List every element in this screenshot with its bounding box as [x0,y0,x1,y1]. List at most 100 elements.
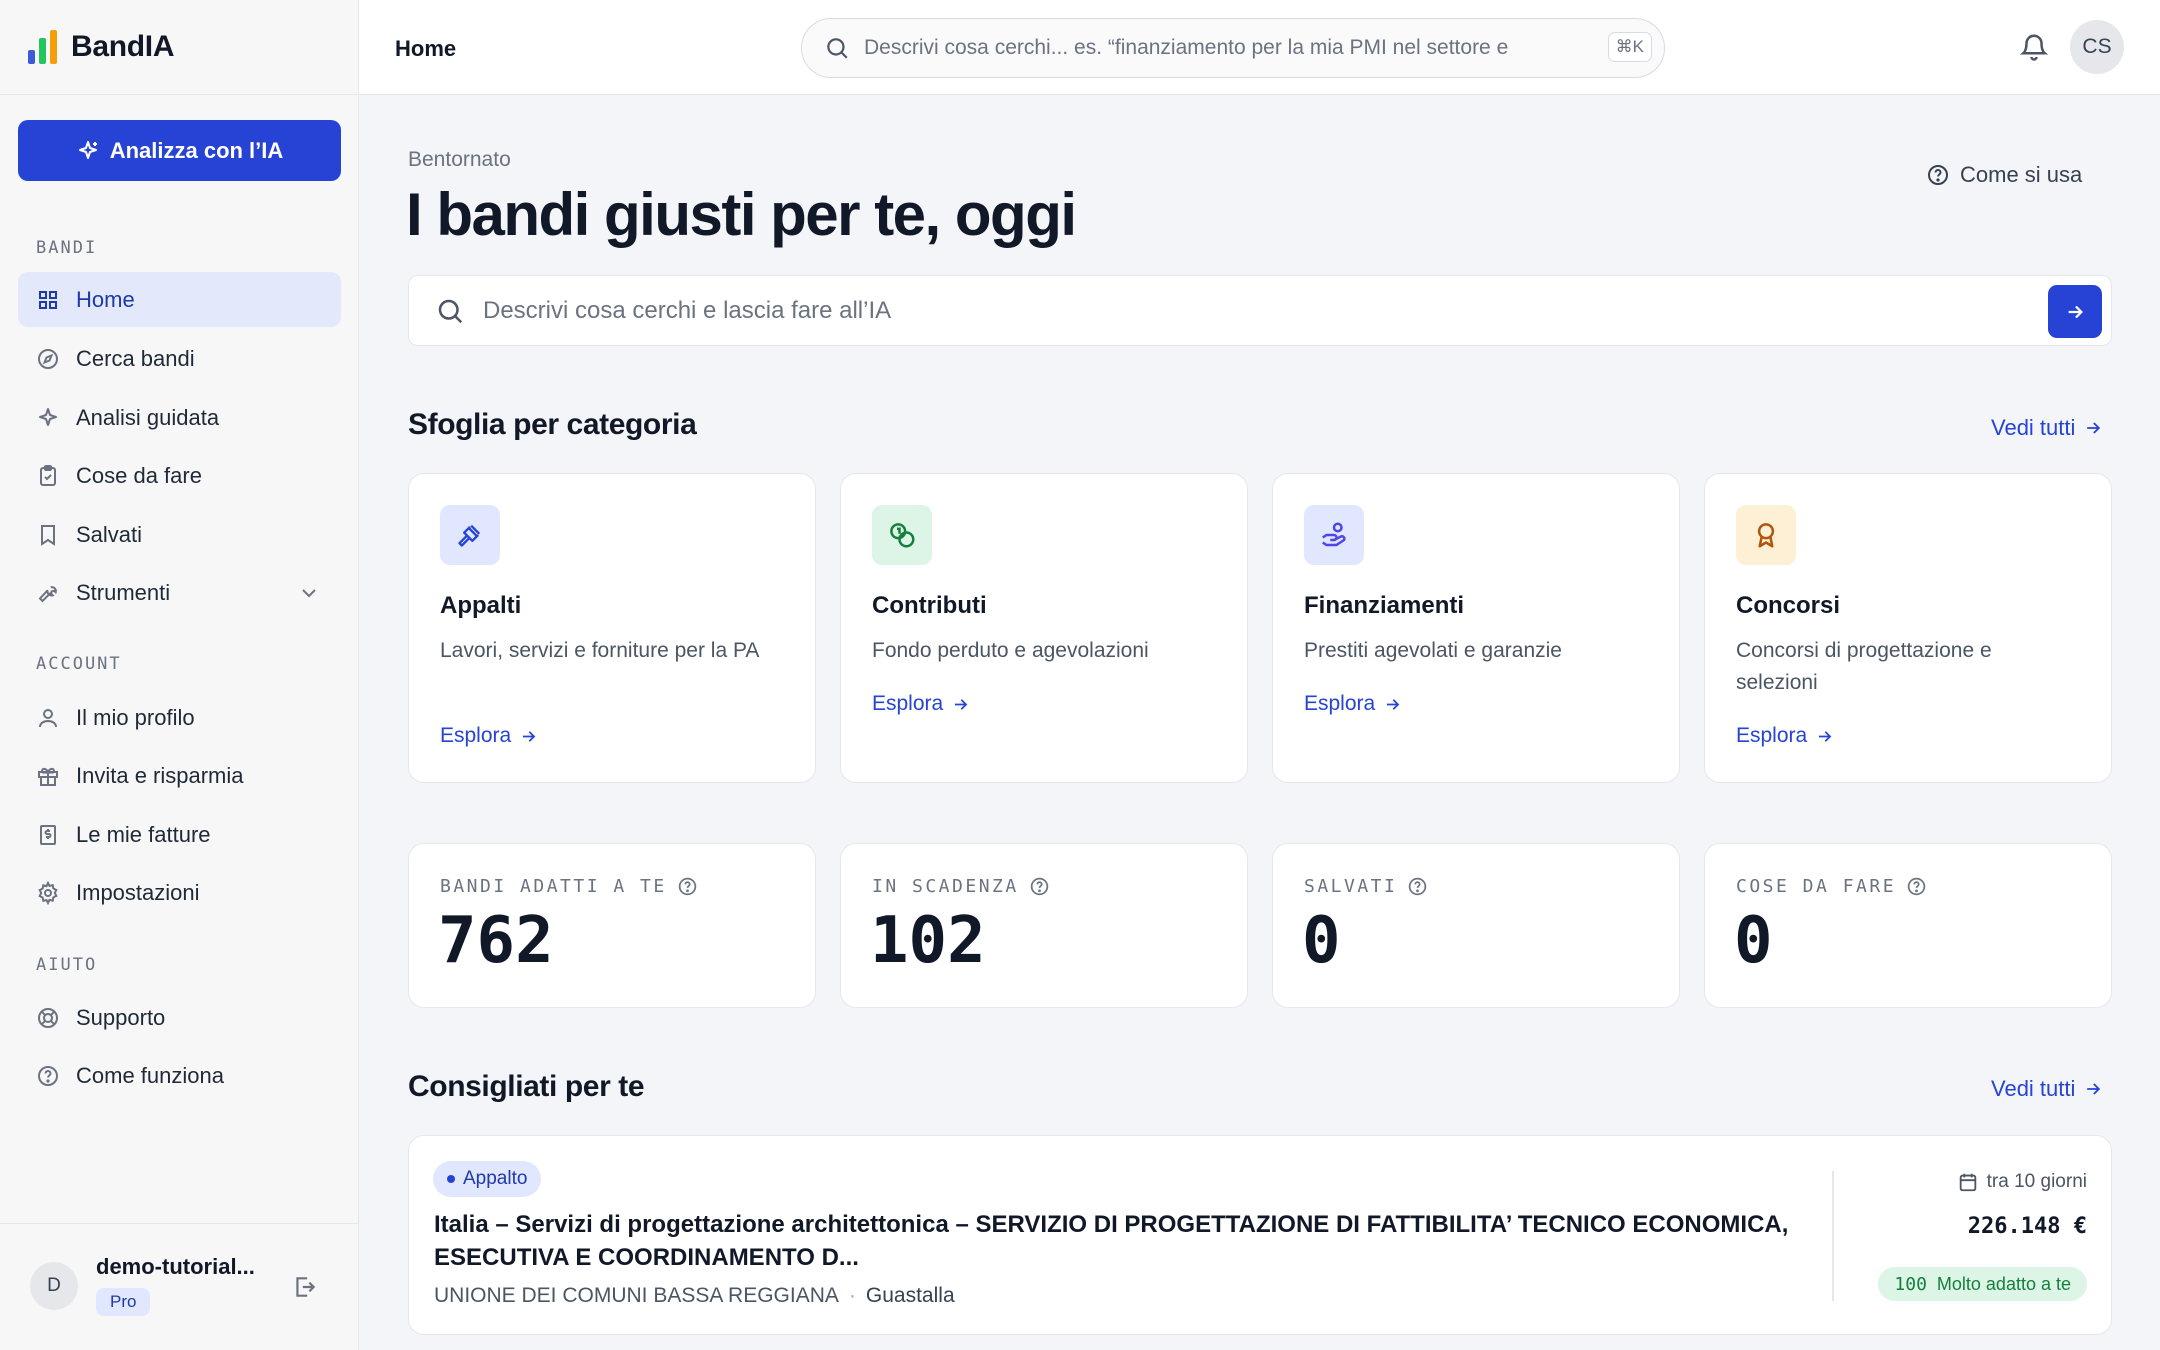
explore-link[interactable]: Esplora [1736,724,1834,748]
sidebar-item-cose-da-fare[interactable]: Cose da fare [18,448,341,503]
award-icon [1736,505,1796,565]
sidebar-item-invita-e-risparmia[interactable]: Invita e risparmia [18,748,341,803]
category-card-concorsi[interactable]: Concorsi Concorsi di progettazione e sel… [1704,473,2112,783]
stat-card-bandi-adatti[interactable]: BANDI ADATTI A TE 762 [408,843,816,1008]
clipboard-icon [40,464,56,486]
stat-card-in-scadenza[interactable]: IN SCADENZA 102 [840,843,1248,1008]
sidebar-item-label: Impostazioni [76,879,200,905]
help-circle-icon[interactable] [1407,876,1428,897]
plan-badge: Pro [96,1288,151,1316]
help-circle-icon [38,1065,58,1086]
deadline-text: tra 10 giorni [1986,1171,2087,1192]
tender-title[interactable]: Italia – Servizi di progettazione archit… [434,1208,1794,1274]
invoice-icon [40,824,56,845]
explore-label: Esplora [1736,724,1808,747]
sidebar-item-label: Home [76,286,135,312]
sidebar-item-come-funziona[interactable]: Come funziona [18,1048,341,1103]
section-label-bandi: BANDI [36,238,98,258]
user-icon [39,708,57,727]
stat-value: 0 [1734,904,1773,978]
handcoins-icon [1304,505,1364,565]
lifebuoy-icon [38,1007,58,1028]
category-card-finanziamenti[interactable]: Finanziamenti Prestiti agevolati e garan… [1272,473,1680,783]
logout-icon[interactable] [292,1274,318,1300]
recommended-card[interactable]: Appalto Italia – Servizi di progettazion… [408,1135,2112,1335]
help-circle-icon[interactable] [1029,876,1050,897]
stat-label-text: SALVATI [1304,876,1398,897]
avatar[interactable]: CS [2070,20,2124,74]
how-to-use-label: Come si usa [1960,162,2083,187]
app-logo[interactable]: BandIA [0,0,358,95]
recommended-title: Consigliati per te [408,1070,645,1103]
sidebar-item-il-mio-profilo[interactable]: Il mio profilo [18,690,341,745]
type-badge-label: Appalto [463,1168,528,1189]
search-submit-button[interactable] [2048,285,2102,338]
arrow-right-icon [2068,305,2083,318]
stat-label-text: COSE DA FARE [1736,876,1897,897]
app-name: BandIA [71,30,175,63]
analyze-with-ai-button[interactable]: Analizza con l’IA [18,120,341,181]
match-score-label: Molto adatto a te [1936,1273,2071,1294]
sidebar-item-supporto[interactable]: Supporto [18,990,341,1045]
gavel-icon [440,505,500,565]
category-card-contributi[interactable]: Contributi Fondo perduto e agevolazioni … [840,473,1248,783]
user-name: demo-tutorial... [96,1254,255,1279]
sidebar-item-label: Cose da fare [76,462,202,488]
user-account-box[interactable]: D demo-tutorial... Pro [0,1223,359,1350]
match-score-badge: 100 Molto adatto a te [1878,1267,2087,1301]
how-to-use-link[interactable]: Come si usa [1926,162,2082,188]
chevron-down-icon[interactable] [297,581,321,605]
explore-link[interactable]: Esplora [440,724,538,748]
search-placeholder: Descrivi cosa cerchi... es. “finanziamen… [864,36,1509,59]
arrow-right-icon [2087,1083,2101,1095]
sidebar-item-home[interactable]: Home [18,272,341,327]
help-circle-icon[interactable] [677,876,698,897]
help-circle-icon[interactable] [1906,876,1927,897]
tender-amount: 226.148 € [1967,1214,2087,1239]
gear-icon [38,880,58,905]
section-label-aiuto: AIUTO [36,955,98,975]
see-all-recommended-link[interactable]: Vedi tutti [1991,1076,2103,1102]
category-name: Finanziamenti [1304,592,1465,619]
bell-icon[interactable] [2019,32,2049,62]
page-title: Home [395,36,457,61]
sidebar-item-impostazioni[interactable]: Impostazioni [18,865,341,920]
keyboard-shortcut: ⌘K [1607,32,1652,62]
sidebar-item-le-mie-fatture[interactable]: Le mie fatture [18,807,341,862]
ai-search-input[interactable]: Descrivi cosa cerchi e lascia fare all’I… [408,275,2112,346]
global-search-input[interactable]: Descrivi cosa cerchi... es. “finanziamen… [801,18,1665,78]
sidebar-item-label: Salvati [76,521,143,547]
sidebar-item-salvati[interactable]: Salvati [18,507,341,562]
search-icon [438,299,463,323]
explore-link[interactable]: Esplora [872,692,970,716]
coins-icon [872,505,932,565]
category-card-appalti[interactable]: Appalti Lavori, servizi e forniture per … [408,473,816,783]
sidebar-item-analisi-guidata[interactable]: Analisi guidata [18,390,341,445]
stat-label: COSE DA FARE [1736,876,1927,897]
logo-icon [28,30,57,64]
sidebar-item-label: Strumenti [76,579,171,605]
arrow-right-icon [1387,698,1400,710]
arrow-right-icon [955,698,968,710]
see-all-categories-link[interactable]: Vedi tutti [1991,415,2103,441]
stat-value: 0 [1302,904,1341,978]
stat-card-cose-da-fare[interactable]: COSE DA FARE 0 [1704,843,2112,1008]
sidebar-item-label: Le mie fatture [76,821,211,847]
tender-location: Guastalla [865,1284,955,1307]
sidebar: BandIA Analizza con l’IA BANDI Home Cerc… [0,0,359,1350]
sidebar-item-label: Cerca bandi [76,345,195,371]
explore-link[interactable]: Esplora [1304,692,1402,716]
category-name: Appalti [440,592,522,619]
category-name: Contributi [872,592,987,619]
gift-icon [38,767,58,786]
analyze-with-ai-label: Analizza con l’IA [109,137,284,163]
sparkle-icon [39,407,57,426]
sidebar-item-cerca-bandi[interactable]: Cerca bandi [18,331,341,386]
see-all-label: Vedi tutti [1991,1076,2076,1101]
stat-card-salvati[interactable]: SALVATI 0 [1272,843,1680,1008]
grid-icon [39,290,57,309]
explore-label: Esplora [440,724,512,747]
sidebar-item-label: Come funziona [76,1062,224,1088]
meta-separator: · [848,1284,856,1307]
sidebar-item-strumenti[interactable]: Strumenti [18,565,341,620]
